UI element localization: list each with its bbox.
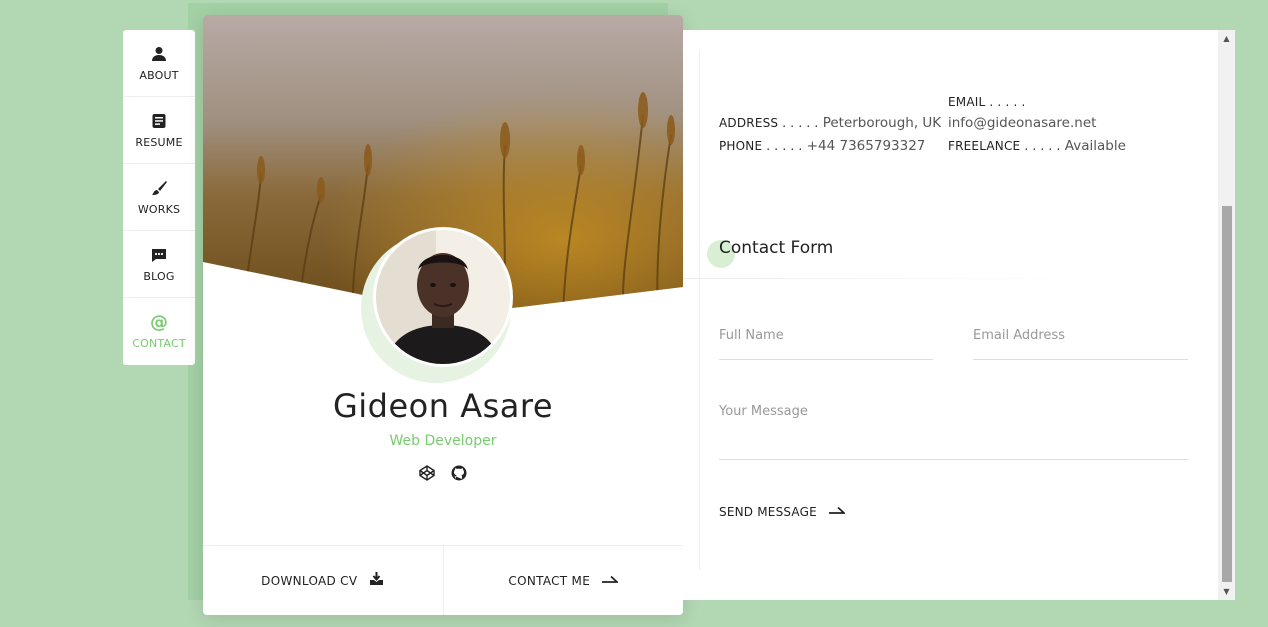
full-name-input[interactable]: Full Name [719, 318, 933, 360]
download-cv-label: DOWNLOAD CV [261, 573, 358, 588]
section-title-underline [683, 278, 1083, 279]
chat-icon [150, 246, 168, 264]
contact-form-title: Contact Form [719, 238, 834, 258]
document-icon [150, 112, 168, 130]
email-key: EMAIL . . . . . [948, 95, 1026, 109]
profile-role: Web Developer [389, 433, 497, 449]
address-row: ADDRESS . . . . . Peterborough, UK [719, 115, 941, 131]
freelance-value: Available [1064, 138, 1126, 154]
scrollbar[interactable]: ▲ ▼ [1218, 30, 1235, 600]
scroll-up-arrow-icon[interactable]: ▲ [1218, 30, 1235, 47]
freelance-key: FREELANCE . . . . . [948, 139, 1061, 153]
send-message-button[interactable]: SEND MESSAGE [719, 505, 847, 519]
address-value: Peterborough, UK [822, 115, 942, 131]
avatar-container [361, 227, 513, 383]
arrow-right-icon [828, 505, 847, 519]
content-divider-line [699, 50, 700, 570]
github-icon[interactable] [450, 464, 468, 482]
menu-label-blog: BLOG [143, 269, 175, 283]
profile-card-footer: DOWNLOAD CV CONTACT ME [203, 545, 683, 615]
menu-label-about: ABOUT [139, 68, 179, 82]
contact-me-label: CONTACT ME [508, 573, 591, 588]
avatar [373, 227, 513, 367]
email-value-row: info@gideonasare.net [948, 115, 1096, 131]
profile-name: Gideon Asare [332, 387, 554, 425]
menu-item-contact[interactable]: @ CONTACT [123, 298, 195, 365]
menu-item-blog[interactable]: BLOG [123, 231, 195, 298]
menu-item-resume[interactable]: RESUME [123, 97, 195, 164]
contact-content-panel: EMAIL . . . . . ADDRESS . . . . . Peterb… [683, 30, 1235, 600]
contact-me-button[interactable]: CONTACT ME [442, 546, 684, 615]
download-cv-button[interactable]: DOWNLOAD CV [203, 546, 443, 615]
brush-icon [150, 179, 168, 197]
freelance-row: FREELANCE . . . . . Available [948, 138, 1126, 154]
email-row: EMAIL . . . . . [948, 94, 1026, 110]
address-key: ADDRESS . . . . . [719, 116, 819, 130]
email-address-input[interactable]: Email Address [973, 318, 1188, 360]
menu-item-about[interactable]: ABOUT [123, 30, 195, 97]
email-value[interactable]: info@gideonasare.net [948, 115, 1096, 131]
codepen-icon[interactable] [418, 464, 436, 482]
phone-key: PHONE . . . . . [719, 139, 803, 153]
scroll-down-arrow-icon[interactable]: ▼ [1218, 583, 1235, 600]
menu-label-resume: RESUME [135, 135, 183, 149]
side-menu: ABOUT RESUME WORKS BLOG @ CONTACT [123, 30, 195, 365]
menu-item-works[interactable]: WORKS [123, 164, 195, 231]
menu-label-works: WORKS [137, 202, 181, 216]
phone-row: PHONE . . . . . +44 7365793327 [719, 138, 925, 154]
profile-card: Gideon Asare Web Developer DOWNLOAD CV C… [203, 15, 683, 615]
social-links [203, 464, 683, 482]
person-icon [150, 45, 168, 63]
scrollbar-thumb[interactable] [1222, 206, 1232, 582]
arrow-right-icon [602, 574, 620, 588]
message-textarea[interactable]: Your Message [719, 394, 1188, 460]
download-icon [369, 572, 384, 589]
menu-label-contact: CONTACT [132, 337, 186, 350]
send-message-label: SEND MESSAGE [719, 505, 817, 519]
phone-value: +44 7365793327 [806, 138, 926, 154]
at-icon: @ [150, 311, 168, 333]
